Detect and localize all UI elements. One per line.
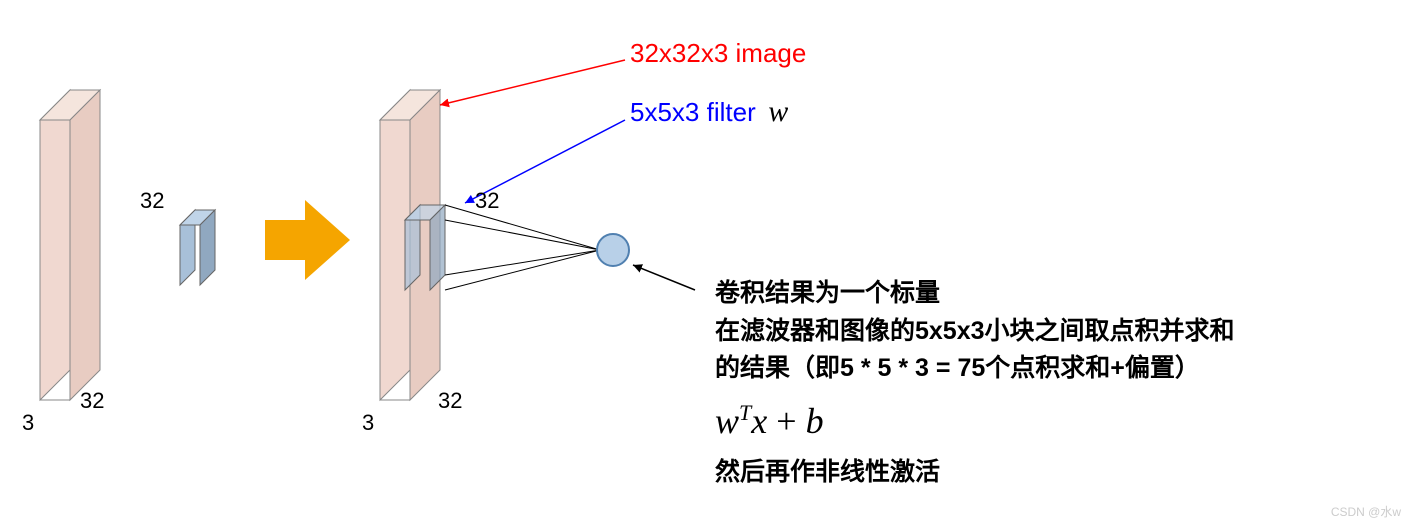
arrow-icon [260,195,355,285]
dim-32-left-top: 32 [140,188,164,214]
filter-var-w: w [768,95,788,128]
dim-32-right-top: 32 [475,188,499,214]
desc-line1: 卷积结果为一个标量 [715,275,1411,313]
desc-line2: 在滤波器和图像的5x5x3小块之间取点积并求和 [715,313,1411,351]
arrow-black-icon [625,260,705,300]
formula-w: w [715,401,739,441]
formula-b: b [806,401,824,441]
filter-dim-label: 5x5x3 filter w [630,95,788,129]
filter-cube-left [175,205,235,305]
formula: wTx + b [715,394,1411,448]
image-volume-left [20,80,200,440]
dim-3-left: 3 [22,410,34,436]
dim-32-left-bottom: 32 [80,388,104,414]
desc-line3: 的结果（即5 * 5 * 3 = 75个点积求和+偏置） [715,350,1411,388]
formula-plus: + [767,401,805,441]
arrow-red-icon [430,55,630,115]
filter-label-text: 5x5x3 filter [630,97,756,127]
dim-32-right-bottom: 32 [438,388,462,414]
dim-3-right: 3 [362,410,374,436]
watermark: CSDN @水w [1331,503,1401,520]
description-block: 卷积结果为一个标量 在滤波器和图像的5x5x3小块之间取点积并求和 的结果（即5… [715,275,1411,491]
formula-x: x [751,401,767,441]
formula-T: T [739,400,751,425]
desc-line4: 然后再作非线性激活 [715,454,1411,492]
image-dim-label: 32x32x3 image [630,38,806,69]
